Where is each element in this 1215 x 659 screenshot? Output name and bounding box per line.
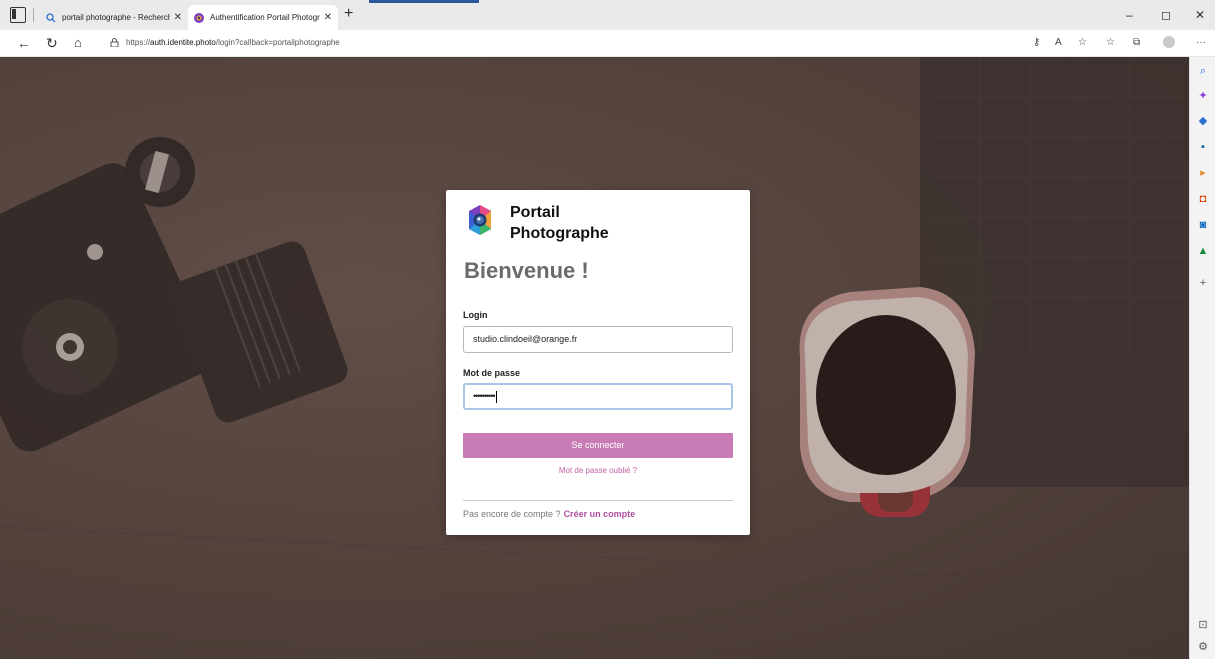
add-sidebar-icon[interactable]: + — [1197, 277, 1209, 289]
back-icon[interactable]: ← — [17, 35, 31, 51]
password-mask: •••••••••• — [473, 391, 495, 401]
drop-icon[interactable]: ▲ — [1197, 245, 1209, 257]
tab-separator — [33, 8, 34, 22]
tab-title: portail photographe - Recherche — [62, 13, 170, 22]
tab-search[interactable]: portail photographe - Recherche ✕ — [40, 5, 188, 30]
office-icon[interactable]: ◘ — [1197, 193, 1209, 205]
login-card: Portail Photographe Bienvenue ! Login st… — [446, 190, 750, 535]
divider — [463, 500, 733, 501]
refresh-icon[interactable]: ↻ — [46, 35, 58, 51]
tab-close-icon[interactable]: ✕ — [174, 12, 182, 23]
url-path: /login?callback=portailphotographe — [215, 38, 340, 47]
navigation-bar: ← ↻ ⌂ https://auth.identite.photo/login?… — [0, 30, 1215, 57]
close-window-icon[interactable]: ✕ — [1195, 8, 1205, 22]
more-icon[interactable]: ··· — [1196, 37, 1206, 48]
hide-sidebar-icon[interactable]: ⊡ — [1197, 619, 1209, 631]
tab-strip: portail photographe - Recherche ✕ Authen… — [0, 0, 1215, 30]
read-aloud-icon[interactable]: A — [1055, 37, 1062, 48]
tab-actions-icon[interactable] — [10, 7, 26, 23]
address-bar[interactable]: https://auth.identite.photo/login?callba… — [126, 38, 340, 47]
add-favorite-icon[interactable]: ☆ — [1078, 37, 1087, 48]
games-icon[interactable]: ▸ — [1197, 167, 1209, 179]
login-value: studio.clindoeil@orange.fr — [473, 334, 578, 344]
search-icon — [46, 12, 56, 22]
tab-close-icon[interactable]: ✕ — [324, 12, 332, 23]
login-button[interactable]: Se connecter — [463, 433, 733, 458]
copilot-icon[interactable]: ✦ — [1197, 90, 1209, 102]
new-tab-icon[interactable]: + — [344, 5, 353, 23]
no-account-text: Pas encore de compte ? — [463, 509, 561, 519]
collections-icon[interactable]: ⧉ — [1133, 37, 1140, 48]
url-host: auth.identite.photo — [150, 38, 216, 47]
browser-sidebar: ⌕ ✦ ◆ ▪ ▸ ◘ ◙ ▲ + ⊡ ⚙ — [1189, 57, 1215, 659]
login-input[interactable]: studio.clindoeil@orange.fr — [463, 326, 733, 353]
text-caret — [495, 390, 497, 403]
brand-name: Portail Photographe — [510, 202, 609, 244]
portail-logo-icon — [469, 205, 491, 235]
settings-icon[interactable]: ⚙ — [1197, 641, 1209, 653]
favorites-icon[interactable]: ☆ — [1106, 37, 1115, 48]
tab-title: Authentification Portail Photographe — [210, 13, 320, 22]
tools-icon[interactable]: ▪ — [1197, 141, 1209, 153]
shopping-tag-icon[interactable]: ◆ — [1197, 115, 1209, 127]
brand-line-2: Photographe — [510, 225, 609, 242]
minimize-icon[interactable]: – — [1126, 8, 1133, 22]
welcome-heading: Bienvenue ! — [464, 258, 589, 283]
brand-line-1: Portail — [510, 204, 560, 221]
login-label: Login — [463, 310, 488, 320]
password-label: Mot de passe — [463, 368, 521, 378]
signup-row: Pas encore de compte ? Créer un compte — [463, 509, 635, 519]
password-input[interactable]: •••••••••• — [463, 383, 733, 410]
loading-bar — [369, 0, 479, 3]
profile-icon[interactable] — [1163, 36, 1175, 48]
restore-icon[interactable]: ◻ — [1161, 8, 1171, 22]
search-icon[interactable]: ⌕ — [1197, 65, 1209, 77]
create-account-link[interactable]: Créer un compte — [564, 509, 636, 519]
tab-authentication[interactable]: Authentification Portail Photographe ✕ — [188, 5, 338, 30]
outlook-icon[interactable]: ◙ — [1197, 219, 1209, 231]
home-icon[interactable]: ⌂ — [74, 35, 82, 51]
portail-logo-icon — [194, 12, 204, 23]
forgot-password-link[interactable]: Mot de passe oublié ? — [446, 466, 750, 475]
password-key-icon[interactable]: ⚷ — [1033, 37, 1040, 48]
lock-icon[interactable] — [110, 38, 119, 47]
url-scheme: https:// — [126, 38, 151, 47]
